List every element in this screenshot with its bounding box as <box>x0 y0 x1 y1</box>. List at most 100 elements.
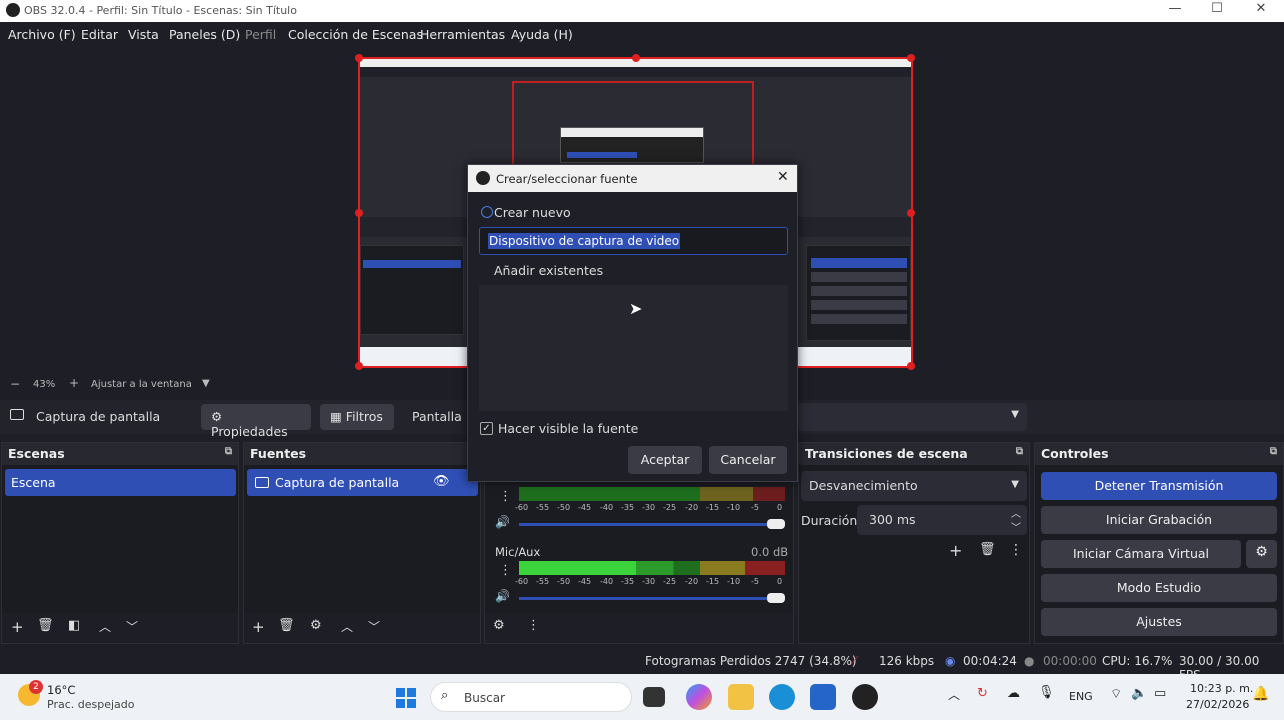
copilot-icon[interactable] <box>686 684 712 710</box>
volume-slider[interactable] <box>519 523 777 526</box>
spin-down-icon[interactable]: ﹀ <box>1011 519 1021 534</box>
notification-bell-icon[interactable]: 🔔 <box>1252 686 1269 702</box>
volume-slider-handle[interactable] <box>767 519 785 529</box>
obs-taskbar-icon[interactable] <box>852 684 878 710</box>
zoom-out-button[interactable]: − <box>10 377 20 391</box>
kebab-icon[interactable]: ⋮ <box>527 618 540 633</box>
source-name-input[interactable]: Dispositivo de captura de video <box>479 227 788 255</box>
kebab-icon[interactable]: ⋮ <box>499 489 512 504</box>
add-existing-radio[interactable] <box>481 264 493 276</box>
microphone-icon[interactable]: 🎙 <box>1038 685 1055 700</box>
move-up-icon[interactable]: ︿ <box>341 618 353 635</box>
zoom-fit-label[interactable]: Ajustar a la ventana <box>91 379 192 390</box>
accept-button[interactable]: Aceptar <box>628 446 702 474</box>
resize-handle[interactable] <box>907 54 915 62</box>
menu-editar[interactable]: Editar <box>81 27 118 42</box>
menu-paneles[interactable]: Paneles (D) <box>169 27 240 42</box>
menu-vista[interactable]: Vista <box>128 27 159 42</box>
menu-perfil[interactable]: Perfil <box>245 27 276 42</box>
trash-icon[interactable]: 🗑 <box>979 542 996 557</box>
language-indicator[interactable]: ENG <box>1069 690 1093 703</box>
chevron-down-icon[interactable]: ▼ <box>202 378 210 389</box>
trash-icon[interactable]: 🗑 <box>37 618 54 633</box>
taskbar-search[interactable]: ⌕ Buscar <box>430 682 632 712</box>
menu-herramientas[interactable]: Herramientas <box>420 27 505 42</box>
controls-title: Controles <box>1041 446 1109 461</box>
task-view-icon[interactable] <box>643 687 665 707</box>
menu-coleccion[interactable]: Colección de Escenas <box>288 27 423 42</box>
visible-label[interactable]: Hacer visible la fuente <box>498 421 638 436</box>
kebab-icon[interactable]: ⋮ <box>499 563 512 578</box>
resize-handle[interactable] <box>355 209 363 217</box>
zoom-value: 43% <box>33 379 56 390</box>
menu-archivo[interactable]: Archivo (F) <box>8 27 76 42</box>
edge-icon[interactable] <box>769 684 795 710</box>
zoom-in-button[interactable]: + <box>69 376 79 390</box>
minimize-button[interactable]: — <box>1160 1 1190 16</box>
monitor-icon <box>10 409 24 420</box>
stop-stream-button[interactable]: Detener Transmisión <box>1041 472 1277 500</box>
store-icon[interactable] <box>810 684 836 710</box>
tray-cloud-icon[interactable]: ☁ <box>1007 686 1020 701</box>
create-new-radio[interactable] <box>481 206 493 218</box>
undock-icon[interactable]: ⧉ <box>1016 446 1023 457</box>
cancel-button[interactable]: Cancelar <box>709 446 787 474</box>
title-bar: OBS 32.0.4 - Perfil: Sin Título - Escena… <box>0 0 1284 22</box>
eye-icon[interactable]: 👁 <box>433 474 450 489</box>
close-icon[interactable]: ✕ <box>777 169 789 185</box>
virtual-camera-button[interactable]: Iniciar Cámara Virtual <box>1041 540 1241 568</box>
kebab-icon[interactable]: ⋮ <box>1009 542 1023 558</box>
volume-icon[interactable]: 🔊 <box>495 589 510 603</box>
close-button[interactable]: ✕ <box>1246 1 1276 16</box>
virtual-camera-settings-icon[interactable]: ⚙ <box>1246 540 1277 568</box>
clock-time[interactable]: 10:23 p. m. <box>1190 682 1253 695</box>
battery-icon[interactable]: ▭ <box>1154 686 1166 701</box>
transition-select[interactable]: Desvanecimiento ▼ <box>801 471 1027 501</box>
move-up-icon[interactable]: ︿ <box>99 618 111 635</box>
resize-handle[interactable] <box>632 54 640 62</box>
add-icon[interactable]: + <box>252 618 265 636</box>
studio-mode-button[interactable]: Modo Estudio <box>1041 574 1277 602</box>
file-explorer-icon[interactable] <box>728 684 754 710</box>
maximize-button[interactable]: ☐ <box>1202 1 1232 16</box>
spin-up-icon[interactable]: ︿ <box>1011 505 1021 520</box>
move-down-icon[interactable]: ﹀ <box>368 618 380 635</box>
menu-ayuda[interactable]: Ayuda (H) <box>511 27 573 42</box>
volume-icon[interactable]: 🔊 <box>495 515 510 529</box>
resize-handle[interactable] <box>355 362 363 370</box>
tray-chevron-icon[interactable]: ︿ <box>948 686 960 703</box>
scenes-footer: + 🗑 ◧ ︿ ﹀ <box>2 613 238 643</box>
visible-checkbox[interactable]: ✓ <box>480 422 493 435</box>
start-record-button[interactable]: Iniciar Grabación <box>1041 506 1277 534</box>
clock-date[interactable]: 27/02/2026 <box>1186 698 1249 711</box>
trash-icon[interactable]: 🗑 <box>278 618 295 633</box>
resize-handle[interactable] <box>907 209 915 217</box>
volume-slider[interactable] <box>519 597 777 600</box>
gear-icon[interactable]: ⚙ <box>310 618 322 633</box>
advanced-audio-icon[interactable]: ⚙ <box>493 618 505 633</box>
move-down-icon[interactable]: ﹀ <box>126 618 138 635</box>
add-icon[interactable]: + <box>949 541 962 560</box>
volume-slider-handle[interactable] <box>767 593 785 603</box>
resize-handle[interactable] <box>907 362 915 370</box>
filter-icon[interactable]: ◧ <box>68 618 80 633</box>
nested-controls <box>806 245 911 341</box>
source-item[interactable]: Captura de pantalla 👁 <box>247 469 478 496</box>
add-icon[interactable]: + <box>11 618 24 636</box>
add-existing-label[interactable]: Añadir existentes <box>494 263 603 278</box>
duration-input[interactable]: 300 ms ︿ ﹀ <box>857 505 1027 535</box>
settings-button[interactable]: Ajustes <box>1041 608 1277 636</box>
speaker-icon[interactable]: 🔈 <box>1131 686 1147 701</box>
display-select[interactable]: ▼ <box>797 403 1027 431</box>
windows-start-icon[interactable] <box>393 684 419 710</box>
tray-app-icon[interactable]: ↻ <box>977 686 988 701</box>
scene-item[interactable]: Escena <box>5 469 236 496</box>
properties-button[interactable]: ⚙ Propiedades <box>201 404 311 439</box>
existing-sources-list[interactable]: ➤ <box>479 285 788 411</box>
undock-icon[interactable]: ⧉ <box>225 446 232 457</box>
wifi-icon[interactable]: ⌔ <box>1110 686 1122 702</box>
filters-button[interactable]: ▦ Filtros <box>320 404 394 430</box>
create-new-label[interactable]: Crear nuevo <box>494 205 571 220</box>
resize-handle[interactable] <box>355 54 363 62</box>
undock-icon[interactable]: ⧉ <box>1270 446 1277 457</box>
